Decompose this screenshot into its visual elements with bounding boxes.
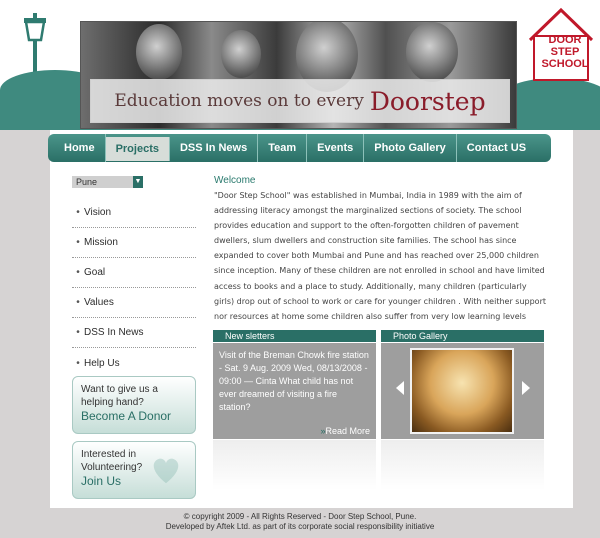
sidebar-item-help-us[interactable]: • Help Us	[72, 348, 196, 378]
footer-credit: Developed by Aftek Ltd. as part of its c…	[165, 522, 435, 531]
logo-line: STEP	[550, 46, 580, 58]
nav-contact-us[interactable]: Contact US	[457, 134, 536, 162]
child-face	[221, 30, 261, 78]
bullet-icon: •	[76, 327, 80, 338]
nav-dss-in-news[interactable]: DSS In News	[170, 134, 259, 162]
read-more-label: Read More	[325, 426, 370, 436]
newsletter-reflection	[213, 440, 376, 490]
sidebar-item-mission[interactable]: • Mission	[72, 228, 196, 258]
arrow-left-icon[interactable]	[395, 381, 405, 395]
donor-line1: Want to give us a	[81, 384, 158, 395]
gallery-heading: Photo Gallery	[381, 330, 544, 342]
bullet-icon: •	[76, 297, 80, 308]
sidebar-item-goal[interactable]: • Goal	[72, 258, 196, 288]
gallery-photo[interactable]	[410, 348, 514, 434]
tagline-big: Doorstep	[369, 86, 486, 116]
sidebar-menu: • Vision • Mission • Goal • Values • DSS In N…	[72, 198, 196, 378]
sidebar-item-label: DSS In News	[84, 327, 144, 338]
nav-home[interactable]: Home	[54, 134, 106, 162]
city-select[interactable]: Pune ▼	[72, 176, 143, 188]
main-nav: Home Projects DSS In News Team Events Ph…	[48, 134, 551, 162]
welcome-title: Welcome	[214, 175, 256, 186]
heart-hands-icon	[153, 458, 179, 484]
donor-promo[interactable]: Want to give us a helping hand? Become A…	[72, 376, 196, 434]
newsletter-heading: New sletters	[213, 330, 376, 342]
gallery-panel	[381, 343, 544, 439]
logo-text: DOOR STEP SCHOOL	[538, 34, 592, 70]
gallery-reflection	[381, 440, 544, 490]
logo-line: SCHOOL	[541, 58, 589, 70]
logo-line: DOOR	[548, 34, 582, 46]
tagline-box: Education moves on to every Doorstep	[90, 79, 510, 123]
bullet-icon: •	[76, 207, 80, 218]
footer: © copyright 2009 - All Rights Reserved -…	[0, 512, 600, 532]
sidebar-item-values[interactable]: • Values	[72, 288, 196, 318]
newsletter-body[interactable]: Visit of the Breman Chowk fire station -…	[219, 349, 371, 414]
bullet-icon: •	[76, 237, 80, 248]
become-donor-button[interactable]: Become A Donor	[81, 409, 187, 424]
sidebar-item-label: Vision	[84, 207, 112, 218]
sidebar-item-dss-in-news[interactable]: • DSS In News	[72, 318, 196, 348]
newsletter-panel: Visit of the Breman Chowk fire station -…	[213, 343, 376, 439]
child-face	[136, 24, 182, 80]
nav-team[interactable]: Team	[258, 134, 308, 162]
sidebar-item-label: Values	[84, 297, 114, 308]
tagline-small: Education moves on to every	[114, 91, 364, 111]
header: Education moves on to every Doorstep DOO…	[0, 0, 600, 132]
nav-events[interactable]: Events	[307, 134, 365, 162]
nav-photo-gallery[interactable]: Photo Gallery	[364, 134, 457, 162]
sidebar-item-label: Mission	[84, 237, 118, 248]
sidebar-item-label: Help Us	[84, 357, 120, 369]
intro-text: "Door Step School" was established in Mu…	[214, 191, 546, 321]
bullet-icon: •	[76, 267, 80, 278]
arrow-right-icon[interactable]	[521, 381, 531, 395]
read-more-link[interactable]: »Read More	[320, 426, 370, 436]
nav-projects[interactable]: Projects	[105, 136, 170, 161]
volunteer-promo[interactable]: Interested in Volunteering? Join Us	[72, 441, 196, 499]
child-face	[406, 22, 458, 82]
bullet-icon: •	[76, 357, 80, 369]
chevron-down-icon[interactable]: ▼	[133, 176, 143, 188]
city-select-value: Pune	[76, 177, 98, 187]
sidebar-item-label: Goal	[84, 267, 106, 278]
footer-copyright: © copyright 2009 - All Rights Reserved -…	[183, 512, 417, 521]
donor-line2: helping hand?	[81, 397, 144, 408]
sidebar-item-vision[interactable]: • Vision	[72, 198, 196, 228]
